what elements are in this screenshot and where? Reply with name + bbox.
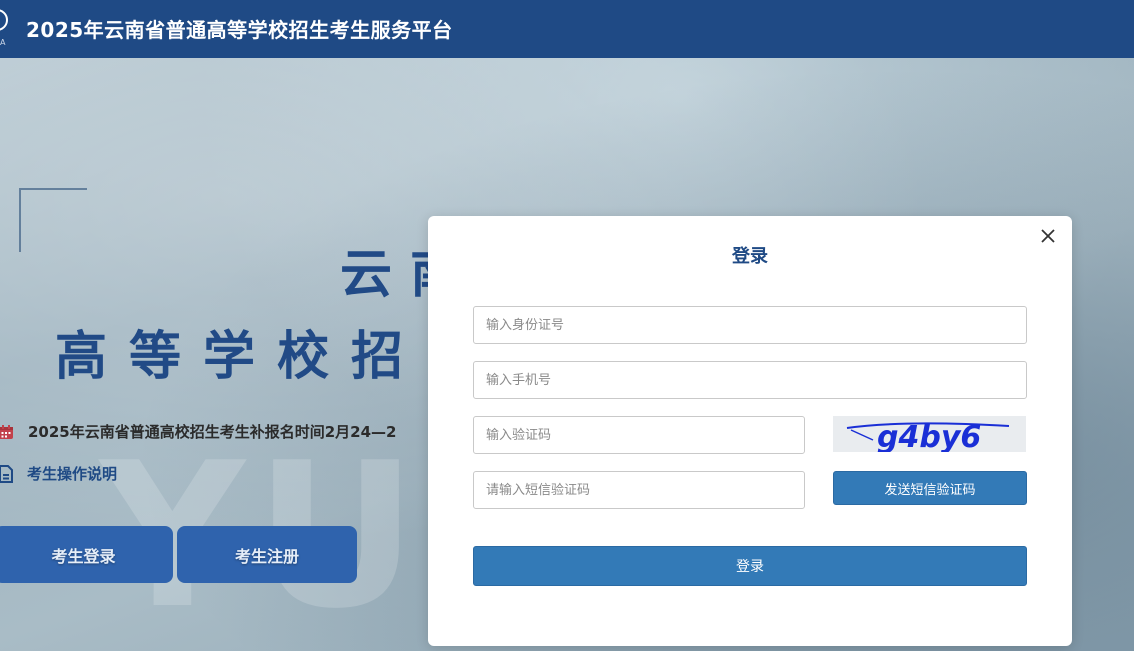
operation-guide-text: 考生操作说明 [27,465,118,483]
top-header: A 2025年云南省普通高等学校招生考生服务平台 [0,0,1134,58]
notice-text: 2025年云南省普通高校招生考生补报名时间2月24—2 [28,423,397,441]
close-icon[interactable] [1038,226,1058,246]
calendar-icon [0,424,13,439]
student-register-button[interactable]: 考生注册 [177,526,357,583]
site-title: 2025年云南省普通高等学校招生考生服务平台 [26,18,453,42]
decorative-bracket [19,188,87,252]
sms-code-input[interactable] [473,471,805,509]
id-number-input[interactable] [473,306,1027,344]
notice-link[interactable]: 2025年云南省普通高校招生考生补报名时间2月24—2 [0,421,397,442]
university-seal-icon [0,9,8,31]
login-submit-button[interactable]: 登录 [473,546,1027,586]
document-icon [0,464,13,483]
captcha-image[interactable]: g4by6 [833,416,1026,452]
logo-subtext: A [0,38,6,47]
operation-guide-link[interactable]: 考生操作说明 [0,463,117,484]
login-modal: 登录 g4by6 发送短信验证码 登录 [428,216,1072,646]
student-login-button[interactable]: 考生登录 [0,526,173,583]
page: A 2025年云南省普通高等学校招生考生服务平台 YUN 云南 高等学校招 20… [0,0,1134,651]
modal-title: 登录 [732,246,768,267]
hero-title-line2: 高等学校招 [55,327,426,387]
phone-input[interactable] [473,361,1027,399]
send-sms-code-button[interactable]: 发送短信验证码 [833,471,1027,505]
captcha-input[interactable] [473,416,805,454]
